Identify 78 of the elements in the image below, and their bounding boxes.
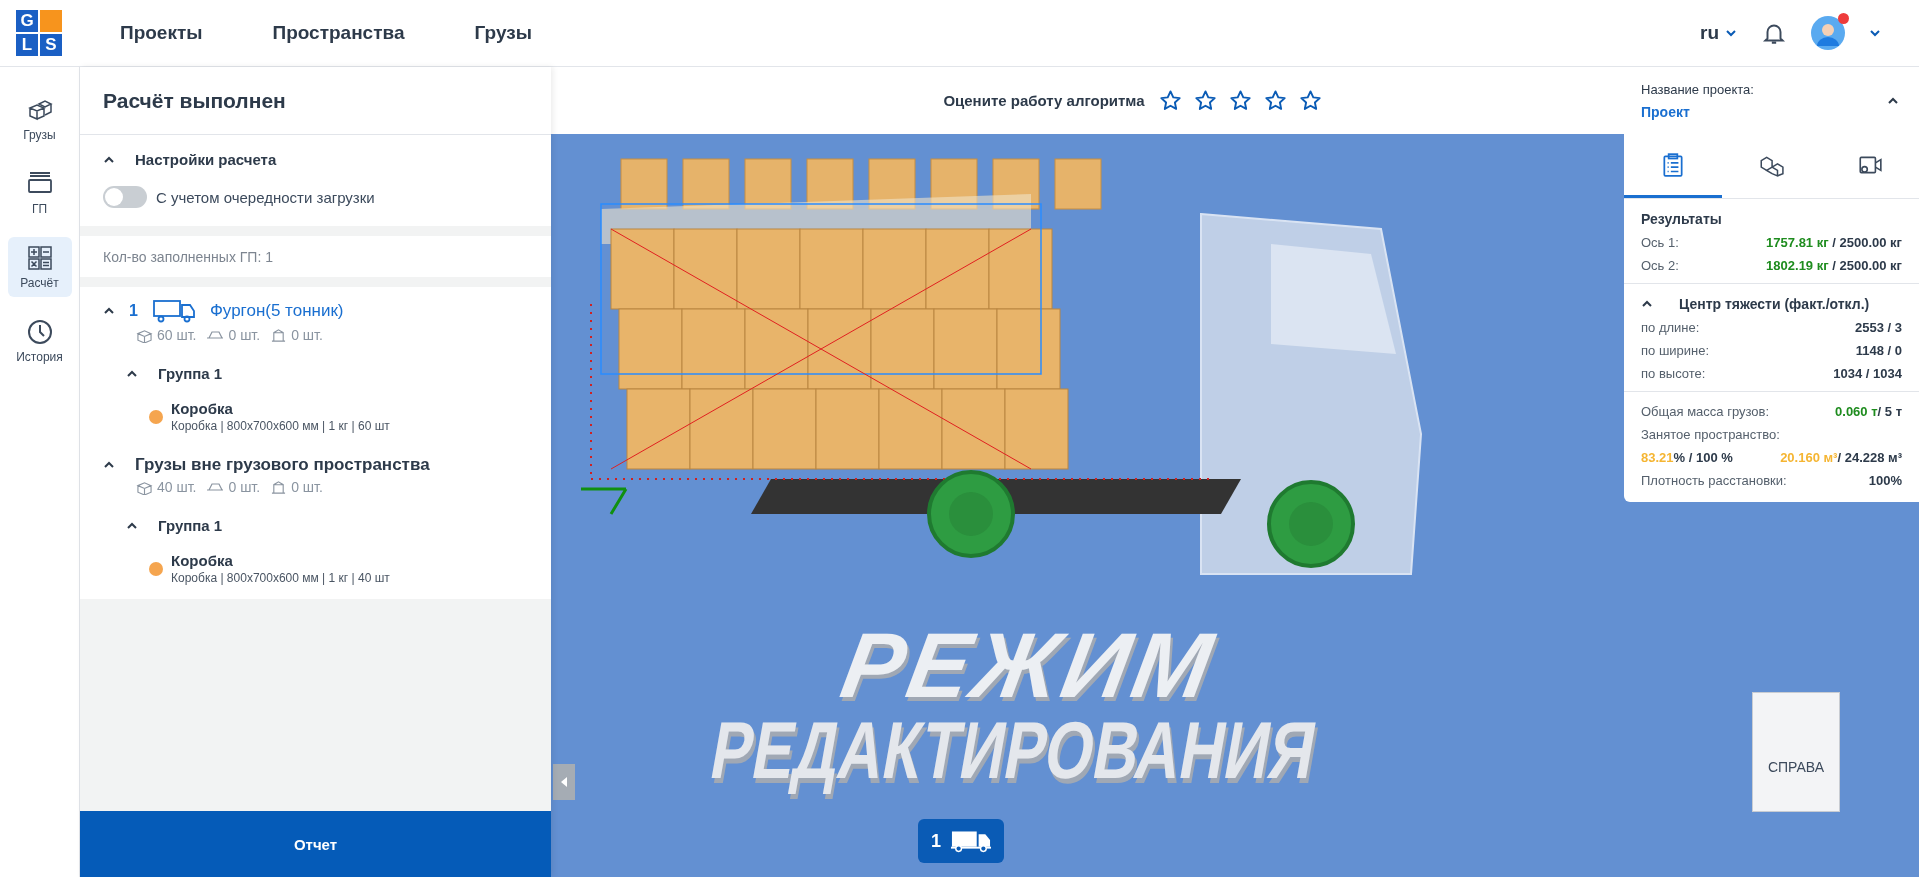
pallet-icon [206,331,225,339]
truck-icon [151,299,196,323]
box-icon [136,479,153,495]
count-text: 40 шт. [157,479,197,495]
count-text: 0 шт. [291,327,323,343]
cargo-name: Коробка [171,400,234,417]
section-heading: Настройки расчета [135,151,277,168]
caret-icon[interactable] [1869,29,1881,37]
axis-load-value: 1757.81 кг / 2500.00 кг [1766,235,1902,250]
metric-label: Плотность расстановки: [1641,473,1787,488]
language-dropdown[interactable]: ru [1700,22,1737,44]
collapse-caret-icon[interactable] [1641,300,1653,308]
collapse-caret-icon[interactable] [103,461,115,469]
nav-link[interactable]: Пространства [272,22,405,44]
star-icon[interactable] [1263,89,1287,112]
metric-value: 83.21% / 100 % [1641,450,1733,465]
count-text: 0 шт. [291,479,323,495]
metric-value: 1034 / 1034 [1833,366,1902,381]
metric-value: 1148 / 0 [1855,343,1902,358]
view-cube[interactable]: СПРАВА [1752,692,1840,812]
nav-link[interactable]: Проекты [120,22,203,44]
star-icon[interactable] [1193,89,1217,112]
section-heading: Грузы вне грузового пространства [135,455,430,475]
metric-label: Общая масса грузов: [1641,404,1770,419]
vehicle-link[interactable]: Фургон(5 тонник) [209,301,344,321]
nav-link[interactable]: Грузы [474,22,532,44]
metric-label: по высоте: [1641,366,1706,381]
axis-label: Ось 1: [1641,235,1679,250]
vehicle-tab[interactable]: 1 [918,819,1004,863]
collapse-caret-icon[interactable] [126,369,138,378]
star-icon[interactable] [1228,89,1252,112]
caret-icon[interactable] [1725,29,1737,37]
group-heading: Группа 1 [158,365,223,382]
metric-value: 20.160 м³/ 24.228 м³ [1780,450,1902,465]
project-name: Проект [1641,103,1691,120]
vehicle-number: 1 [129,302,138,320]
panel-title: Расчёт выполнен [80,67,551,135]
group-heading: Группа 1 [158,517,223,534]
sidebar-item[interactable]: ГП [7,163,72,223]
metric-value: 2553 / 3 [1855,320,1902,335]
count-text: 60 шт. [157,327,197,343]
section-heading: Центр тяжести (факт./откл.) [1679,296,1870,312]
collapse-caret-icon[interactable] [103,155,115,164]
collapse-caret-icon[interactable] [103,307,115,315]
arrow-left-icon [559,776,569,788]
cargo-name: Коробка [171,552,234,569]
star-icon[interactable] [1298,89,1322,112]
report-button[interactable]: Отчет [80,811,551,877]
clock-icon [25,318,54,346]
metric-label: по длине: [1641,320,1700,335]
metric-value: 100% [1868,473,1902,488]
collapse-caret-icon[interactable] [126,521,138,530]
cargo-details: Коробка | 800x700x600 мм | 1 кг | 40 шт [171,571,390,585]
calculator-icon [25,244,54,272]
box-icon [136,327,153,343]
metric-label: по ширине: [1641,343,1710,358]
toggle-label: С учетом очередности загрузки [156,188,375,206]
metric-label: Занятое пространство: [1641,427,1781,442]
toggle-switch[interactable] [103,186,147,208]
count-text: 0 шт. [228,479,261,495]
metric-value: 0.060 т/ 5 т [1835,404,1902,419]
project-label: Название проекта: [1641,81,1754,97]
count-text: 0 шт. [228,327,261,343]
rating-label: Оцените работу алгоритма [943,92,1145,109]
sidebar-item[interactable]: Грузы [7,89,72,149]
pallet-icon [206,483,225,491]
stack-icon [270,479,288,495]
stack-icon [270,327,288,343]
sidebar-item[interactable]: История [7,311,72,371]
axis-label: Ось 2: [1641,258,1679,273]
cargo-details: Коробка | 800x700x600 мм | 1 кг | 60 шт [171,419,390,433]
star-icon[interactable] [1158,89,1182,112]
results-heading: Результаты [1641,211,1723,227]
collapse-caret-icon[interactable] [1887,96,1899,105]
axis-load-value: 1802.19 кг / 2500.00 кг [1766,258,1902,273]
filled-count-text: Кол-во заполненных ГП: 1 [102,247,274,267]
truck-icon [951,829,991,853]
sidebar-item[interactable]: Расчёт [7,237,72,297]
